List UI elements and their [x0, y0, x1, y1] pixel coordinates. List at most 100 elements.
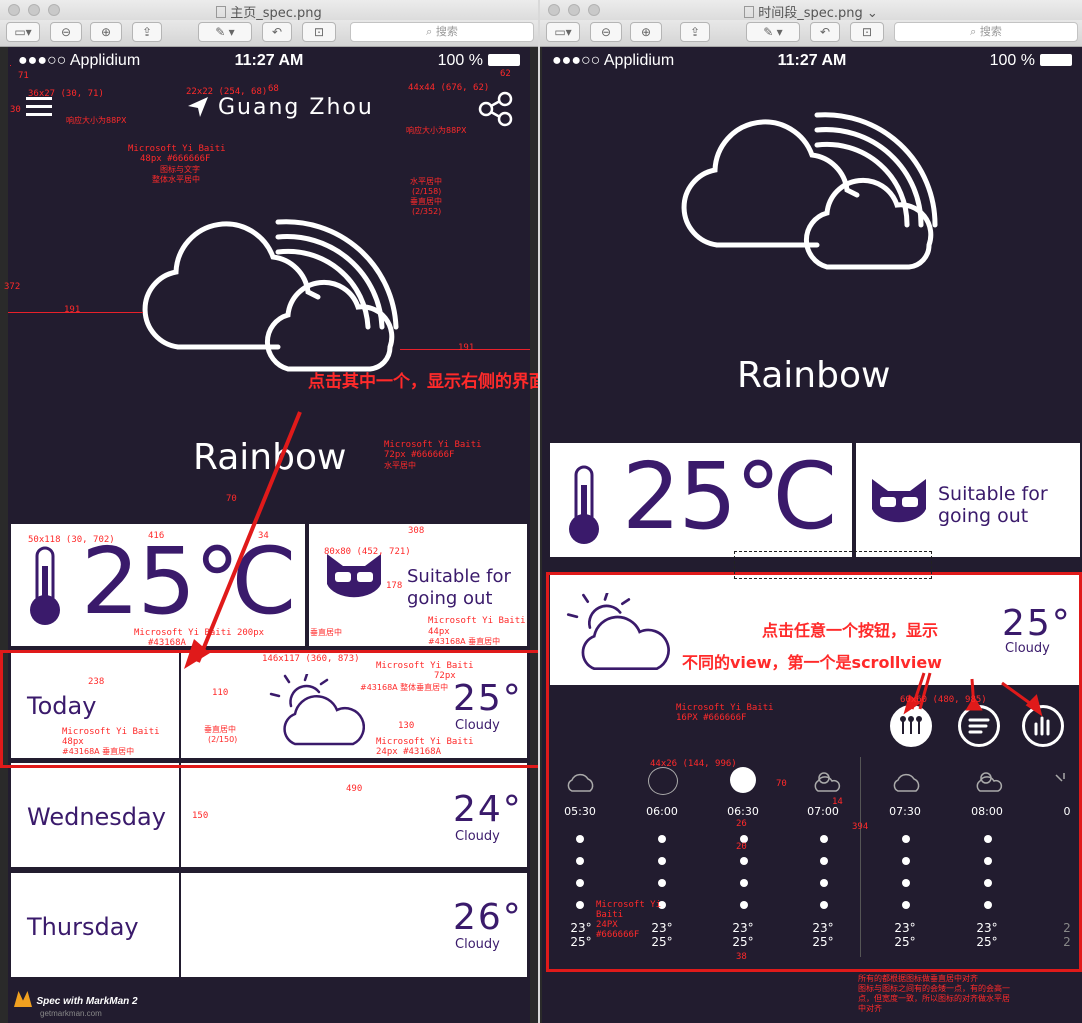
image-canvas: ●●●○○ Applidium 11:27 AM 100 % Rainbow 2… [540, 47, 1082, 1023]
toolbox-button[interactable]: ⊡ [850, 22, 884, 42]
advice-line-1: Suitable for [938, 483, 1048, 505]
zoom-in-button[interactable]: ⊕ [90, 22, 122, 42]
rotate-button[interactable]: ↶ [810, 22, 840, 42]
current-temperature: 25℃ [622, 443, 838, 550]
search-field[interactable]: ⌕ 搜索 [894, 22, 1078, 42]
day-name: Thursday [27, 913, 139, 941]
callout-arrow-icon [184, 411, 302, 669]
share-button[interactable]: ⇪ [680, 22, 710, 42]
markman-logo-icon [14, 991, 32, 1007]
highlight-box-today [0, 650, 538, 768]
spec-label: (2/158) [412, 187, 442, 196]
weather-title: Rainbow [737, 355, 891, 396]
dim-label: 191 [64, 305, 81, 315]
image-canvas: ●●●○○ Applidium 11:27 AM 100 % Guang Zho… [0, 47, 538, 1023]
spec-label: 44x44 (676, 62) [408, 83, 490, 93]
spec-label: 36x27 (30, 71) [28, 89, 104, 99]
spec-label: Microsoft Yi Baiti [676, 703, 774, 713]
spec-label: 垂直居中 [310, 628, 342, 637]
markman-badge: Spec with MarkMan 2 getmarkman.com [14, 991, 138, 1018]
rotate-button[interactable]: ↶ [262, 22, 292, 42]
preview-window-home-spec: 主页_spec.png ▭▾ ⊖ ⊕ ⇪ ✎ ▾ ↶ ⊡ ⌕ 搜索 ●●●○○ … [0, 0, 538, 1023]
toolbar: ▭▾ ⊖ ⊕ ⇪ ✎ ▾ ↶ ⊡ ⌕ 搜索 [540, 20, 1082, 47]
battery-indicator: 100 % [990, 52, 1072, 70]
markman-url: getmarkman.com [40, 1009, 102, 1018]
spec-label: 16PX #666666F [676, 713, 747, 723]
spec-label: 22x22 (254, 68) [186, 87, 268, 97]
window-title: 时间段_spec.png ⌄ [540, 2, 1082, 21]
dim-label: 62 [500, 69, 511, 79]
spec-label: 垂直居中 [410, 197, 442, 206]
spec-label: 响应大小为88PX [66, 116, 127, 125]
window-title-text: 主页_spec.png [230, 6, 322, 21]
callout-text: 点击任意一个按钮，显示 [762, 621, 939, 640]
advice-line-1: Suitable for [407, 566, 511, 587]
spec-label: Microsoft Yi Baiti [128, 144, 226, 154]
advice-card: Suitable for going out [856, 443, 1080, 557]
cat-glasses-icon [870, 477, 928, 532]
spec-label: 44x26 (144, 996) [650, 759, 737, 769]
share-button[interactable]: ⇪ [132, 22, 162, 42]
battery-icon [488, 54, 520, 66]
zoom-out-button[interactable]: ⊖ [590, 22, 622, 42]
window-title-text: 时间段_spec.png [758, 6, 863, 21]
dim-label: 14 [832, 797, 843, 807]
battery-label: 100 % [437, 52, 483, 69]
spec-label: 点，但宽度一致，所以图标的对齐做水平居 [858, 994, 1010, 1003]
spec-label: 44px [428, 627, 450, 637]
day-row-wednesday[interactable]: Wednesday 24° Cloudy [11, 763, 527, 867]
callout-text: 点击其中一个，显示右侧的界面 [308, 372, 538, 392]
status-bar: ●●●○○ Applidium 11:27 AM 100 % [8, 52, 530, 74]
sidebar-toggle-button[interactable]: ▭▾ [546, 22, 580, 42]
dim-label: 178 [386, 581, 403, 591]
spec-label: (2/352) [412, 207, 442, 216]
cat-glasses-icon [325, 552, 383, 607]
rainbow-cloud-icon [677, 105, 947, 300]
battery-indicator: 100 % [438, 52, 520, 70]
dim-label: 490 [346, 784, 363, 794]
spec-label: 60x60 (480, 985) [900, 695, 987, 705]
row-divider [179, 763, 181, 867]
dim-label: 70 [776, 779, 787, 789]
dim-label: 20 [736, 842, 747, 852]
zoom-out-button[interactable]: ⊖ [50, 22, 82, 42]
day-row-thursday[interactable]: Thursday 26° Cloudy [11, 873, 527, 977]
file-icon [744, 6, 755, 18]
search-icon: ⌕ [426, 25, 433, 38]
spec-label: 整体水平居中 [152, 175, 200, 184]
location-arrow-icon [186, 95, 210, 124]
markup-button[interactable]: ✎ ▾ [746, 22, 800, 42]
day-condition: Cloudy [455, 829, 500, 844]
search-placeholder: 搜索 [435, 25, 458, 38]
zoom-in-button[interactable]: ⊕ [630, 22, 662, 42]
toolbar: ▭▾ ⊖ ⊕ ⇪ ✎ ▾ ↶ ⊡ ⌕ 搜索 [0, 20, 538, 47]
callout-arrows-icon [903, 672, 1043, 717]
search-field[interactable]: ⌕ 搜索 [350, 22, 534, 42]
thermometer-icon [27, 546, 63, 633]
city-name: Guang Zhou [218, 95, 374, 120]
menu-icon[interactable] [26, 97, 52, 117]
markup-button[interactable]: ✎ ▾ [198, 22, 252, 42]
preview-window-timeline-spec: 时间段_spec.png ⌄ ▭▾ ⊖ ⊕ ⇪ ✎ ▾ ↶ ⊡ ⌕ 搜索 ●●●… [540, 0, 1082, 1023]
spec-label: 所有的都根据图标做垂直居中对齐 [858, 974, 978, 983]
search-icon: ⌕ [970, 25, 977, 38]
dim-label: 372 [4, 282, 21, 292]
dim-label: 308 [408, 526, 425, 536]
dim-label: 26 [736, 819, 747, 829]
dim-label: 71 [18, 71, 29, 81]
dim-label: 38 [736, 952, 747, 962]
advice-line-2: going out [938, 505, 1029, 527]
day-name: Wednesday [27, 803, 166, 831]
dim-label: 30 [10, 105, 21, 115]
sidebar-toggle-button[interactable]: ▭▾ [6, 22, 40, 42]
title-bar: 主页_spec.png [0, 0, 538, 21]
share-icon[interactable] [478, 91, 514, 132]
spec-label: 水平居中 [410, 177, 442, 186]
rainbow-cloud-icon [138, 197, 408, 392]
advice-line-2: going out [407, 588, 493, 609]
spec-label: Baiti [596, 910, 624, 920]
chevron-down-icon[interactable]: ⌄ [867, 6, 878, 21]
toolbox-button[interactable]: ⊡ [302, 22, 336, 42]
spec-label: Microsoft Yi [596, 900, 662, 910]
day-temp: 24° [453, 789, 523, 830]
